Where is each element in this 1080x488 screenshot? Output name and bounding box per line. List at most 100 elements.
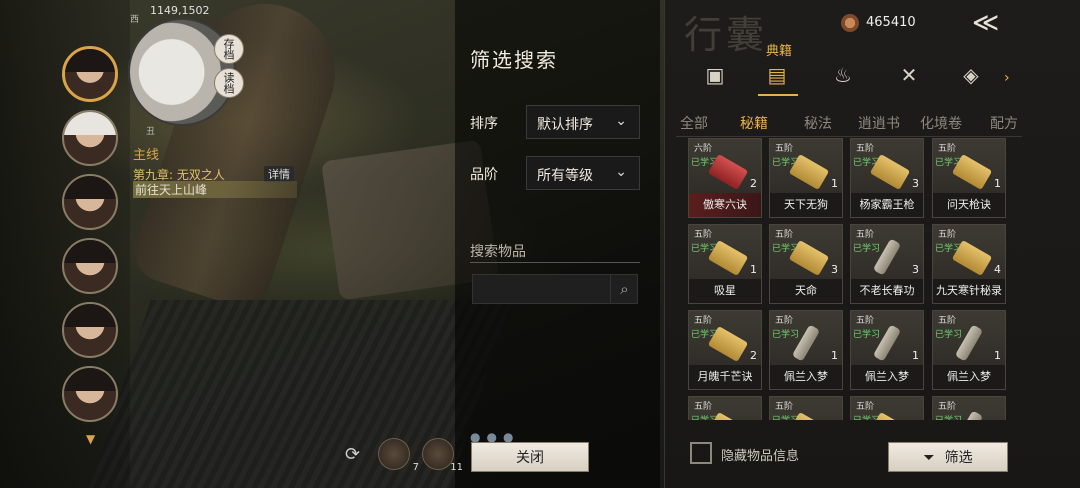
close-button[interactable]: 关闭 — [471, 442, 589, 472]
refresh-icon[interactable]: ⟳ — [345, 444, 360, 465]
party-avatar-2[interactable] — [62, 110, 118, 166]
consumable-count: 11 — [450, 462, 463, 473]
back-arrow-icon[interactable]: ≪ — [972, 8, 1016, 38]
load-button[interactable]: 读档 — [214, 68, 244, 98]
item-count: 1 — [831, 349, 838, 362]
item-slot[interactable]: 五阶 已学习 1 吸星 — [688, 224, 762, 304]
item-slot[interactable]: 五阶 已学习 1 佩兰入梦 — [850, 310, 924, 390]
item-count: 1 — [994, 177, 1001, 190]
item-grid: 六阶 已学习 2 傲寒六诀 五阶 已学习 1 天下无狗 五阶 已学习 3 杨家霸王枪 五阶 已学习 1 问天枪… — [688, 138, 1018, 420]
grade-value: 所有等级 — [537, 168, 593, 184]
chest-icon[interactable]: ▣ — [700, 60, 730, 90]
flame-icon[interactable]: ♨ — [828, 60, 858, 90]
subtab-carefree-book[interactable]: 逍逍书 — [858, 113, 900, 133]
grade-label: 品阶 — [470, 167, 498, 183]
map-coordinates: 1149,1502 — [150, 4, 210, 17]
item-slot[interactable]: 六阶 已学习 2 傲寒六诀 — [688, 138, 762, 218]
item-slot[interactable]: 五阶 已学习 2 月魄千芒诀 — [688, 310, 762, 390]
item-name: 杨家霸王枪 — [851, 193, 923, 217]
chevron-down-icon[interactable]: ▼ — [86, 432, 95, 446]
item-slot[interactable]: 五阶已学习 — [850, 396, 924, 420]
search-label: 搜索物品 — [470, 244, 526, 260]
currency-amount: 465410 — [866, 15, 916, 30]
item-name: 佩兰入梦 — [933, 365, 1005, 389]
search-icon[interactable]: ⌕ — [610, 275, 638, 303]
consumable-slot-2[interactable]: 11 — [422, 438, 463, 473]
item-tier: 五阶 — [938, 316, 957, 326]
filter-button[interactable]: ⏷ 筛选 — [888, 442, 1008, 472]
consumable-count: 7 — [412, 462, 419, 473]
item-count: 1 — [912, 349, 919, 362]
item-count: 3 — [912, 263, 919, 276]
item-slot[interactable]: 五阶 已学习 1 佩兰入梦 — [932, 310, 1006, 390]
item-count: 4 — [994, 263, 1001, 276]
filter-button-label: 筛选 — [944, 450, 973, 466]
party-avatar-4[interactable] — [62, 238, 118, 294]
book-icon[interactable]: ▤ — [762, 60, 792, 90]
item-tier: 五阶 — [856, 230, 875, 240]
item-name: 佩兰入梦 — [851, 365, 923, 389]
crossed-weapons-icon[interactable]: ✕ — [894, 60, 924, 90]
party-list — [62, 46, 124, 430]
item-count: 1 — [750, 263, 757, 276]
hide-info-label: 隐藏物品信息 — [721, 449, 800, 464]
quest-goal[interactable]: 前往天上山峰 — [133, 181, 297, 198]
learned-badge: 已学习 — [853, 244, 881, 254]
save-button[interactable]: 存档 — [214, 34, 244, 64]
item-slot[interactable]: 五阶 已学习 3 天命 — [769, 224, 843, 304]
item-tier: 五阶 — [938, 230, 957, 240]
panel-watermark-title: 行囊 — [684, 13, 769, 57]
item-name: 月魄千芒诀 — [689, 365, 761, 389]
item-count: 3 — [831, 263, 838, 276]
item-tier: 五阶 — [694, 402, 713, 412]
item-slot[interactable]: 五阶已学习 — [769, 396, 843, 420]
subtab-all[interactable]: 全部 — [680, 113, 708, 133]
sort-dropdown[interactable]: 默认排序 ⌄ — [526, 105, 640, 139]
item-tier: 五阶 — [694, 316, 713, 326]
item-slot[interactable]: 五阶 已学习 1 问天枪诀 — [932, 138, 1006, 218]
item-slot[interactable]: 五阶已学习 — [932, 396, 1006, 420]
subtab-recipe[interactable]: 配方 — [990, 113, 1018, 133]
party-avatar-1[interactable] — [62, 46, 118, 102]
item-tier: 五阶 — [938, 144, 957, 154]
pill-icon[interactable]: ◈ — [956, 60, 986, 90]
item-count: 2 — [750, 349, 757, 362]
item-tier: 五阶 — [775, 402, 794, 412]
item-slot[interactable]: 五阶已学习 — [688, 396, 762, 420]
item-slot[interactable]: 五阶 已学习 4 九天寒针秘录 — [932, 224, 1006, 304]
party-avatar-5[interactable] — [62, 302, 118, 358]
item-tier: 五阶 — [694, 230, 713, 240]
quest-detail-button[interactable]: 详情 — [264, 166, 294, 182]
sort-value: 默认排序 — [537, 117, 593, 133]
subtab-secret-manual[interactable]: 秘籍 — [740, 113, 768, 133]
learned-badge: 已学习 — [772, 330, 800, 340]
hide-info-checkbox[interactable] — [690, 442, 712, 464]
item-tier: 五阶 — [856, 144, 875, 154]
consumable-slot-1[interactable]: 7 — [378, 438, 419, 473]
subtab-secret-method[interactable]: 秘法 — [804, 113, 832, 133]
category-label: 典籍 — [766, 44, 793, 59]
item-tier: 五阶 — [775, 230, 794, 240]
learned-badge: 已学习 — [935, 330, 963, 340]
item-name: 佩兰入梦 — [770, 365, 842, 389]
chevron-right-icon[interactable]: › — [1004, 70, 1010, 86]
item-slot[interactable]: 五阶已学习 3 不老长春功 — [850, 224, 924, 304]
sort-label: 排序 — [470, 116, 498, 132]
item-slot[interactable]: 五阶 已学习 3 杨家霸王枪 — [850, 138, 924, 218]
item-tier: 五阶 — [775, 144, 794, 154]
item-name: 不老长春功 — [851, 279, 923, 303]
subtab-realm-scroll[interactable]: 化境卷 — [920, 113, 962, 133]
chevron-down-icon: ⌄ — [615, 113, 627, 129]
item-slot[interactable]: 五阶 已学习 1 佩兰入梦 — [769, 310, 843, 390]
item-name: 天命 — [770, 279, 842, 303]
divider — [470, 262, 640, 263]
party-avatar-3[interactable] — [62, 174, 118, 230]
coin-icon — [841, 14, 859, 32]
grade-dropdown[interactable]: 所有等级 ⌄ — [526, 156, 640, 190]
item-count: 1 — [831, 177, 838, 190]
item-slot[interactable]: 五阶 已学习 1 天下无狗 — [769, 138, 843, 218]
item-tier: 五阶 — [856, 402, 875, 412]
party-avatar-6[interactable] — [62, 366, 118, 422]
divider — [676, 136, 1022, 137]
item-tier: 五阶 — [938, 402, 957, 412]
